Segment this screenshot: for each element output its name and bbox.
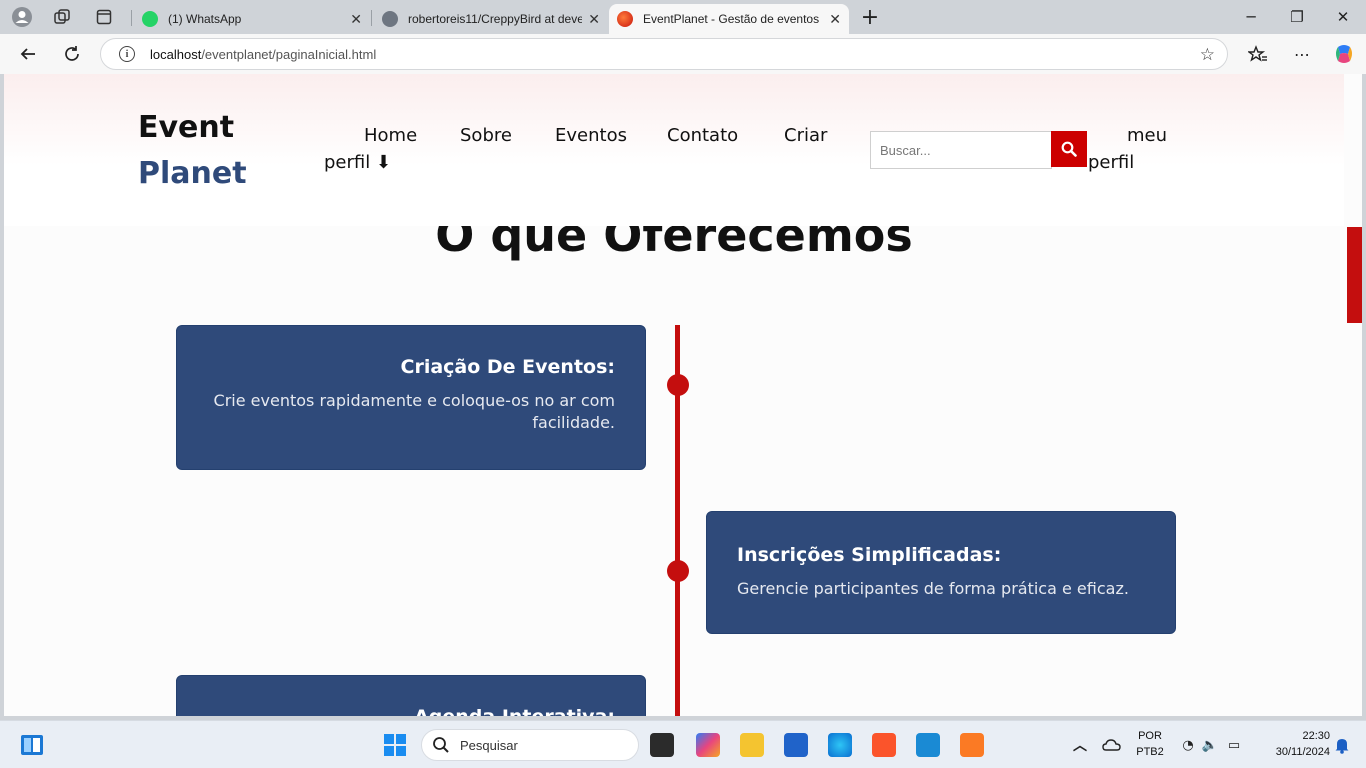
back-icon[interactable] [15, 42, 41, 66]
nav-create[interactable]: Criar [784, 125, 827, 146]
address-bar[interactable]: i localhost/eventplanet/paginaInicial.ht… [100, 38, 1228, 70]
page-viewport: Event Planet Home Sobre Eventos Contato … [4, 74, 1362, 716]
feature-card-agenda[interactable]: Agenda Interativa: [176, 675, 646, 716]
github-icon [382, 11, 398, 27]
url-host: localhost [150, 46, 202, 62]
nav-home[interactable]: Home [364, 125, 417, 146]
tab-whatsapp[interactable]: (1) WhatsApp ✕ [134, 4, 370, 34]
microsoft-store-icon[interactable] [784, 733, 808, 757]
favorite-star-icon[interactable]: ☆ [1200, 45, 1215, 65]
language-indicator-line1[interactable]: POR [1130, 730, 1170, 742]
feature-title: Agenda Interativa: [207, 706, 615, 716]
wifi-icon[interactable]: ◔ [1176, 733, 1200, 757]
brave-icon[interactable] [872, 733, 896, 757]
feature-card-event-creation[interactable]: Criação De Eventos: Crie eventos rapidam… [176, 325, 646, 470]
close-icon[interactable]: ✕ [829, 11, 841, 28]
nav-about[interactable]: Sobre [460, 125, 512, 146]
tab-title: EventPlanet - Gestão de eventos [643, 12, 820, 26]
feature-card-registrations[interactable]: Inscrições Simplificadas: Gerencie parti… [706, 511, 1176, 634]
widgets-icon[interactable] [20, 733, 44, 757]
feature-description: Crie eventos rapidamente e coloque-os no… [213, 391, 615, 432]
nav-my-profile-perfil[interactable]: perfil [1088, 152, 1134, 173]
tab-title: robertoreis11/CreppyBird at deve [408, 12, 583, 26]
vscode-icon[interactable] [916, 733, 940, 757]
eventplanet-icon [617, 11, 633, 27]
close-icon[interactable]: ✕ [588, 11, 600, 28]
nav-my-profile-meu[interactable]: meu [1127, 125, 1167, 146]
notification-bell-icon[interactable] [1330, 733, 1354, 757]
copilot-icon[interactable] [1331, 42, 1357, 66]
xampp-icon[interactable] [960, 733, 984, 757]
close-icon[interactable]: ✕ [350, 11, 362, 28]
timeline-dot [667, 374, 689, 396]
search-placeholder: Buscar... [880, 142, 931, 158]
restore-button[interactable]: ❐ [1274, 6, 1320, 28]
tab-actions-icon[interactable] [90, 5, 118, 29]
edge-icon[interactable] [828, 733, 852, 757]
task-view-icon[interactable] [650, 733, 674, 757]
start-icon[interactable] [383, 733, 407, 757]
taskbar-search[interactable]: Pesquisar [421, 729, 639, 761]
url-path: /eventplanet/paginaInicial.html [201, 46, 377, 62]
copilot-app-icon[interactable] [696, 733, 720, 757]
url-text: localhost/eventplanet/paginaInicial.html [150, 47, 376, 62]
nav-contact[interactable]: Contato [667, 125, 738, 146]
whatsapp-icon [142, 11, 158, 27]
tab-separator [131, 10, 132, 26]
new-tab-button[interactable]: + [856, 5, 884, 30]
search-icon [1061, 141, 1077, 157]
feature-title: Inscrições Simplificadas: [737, 544, 1002, 566]
more-options-icon[interactable]: ⋯ [1289, 42, 1315, 66]
site-info-icon[interactable]: i [119, 46, 135, 62]
search-input[interactable]: Buscar... [870, 131, 1052, 169]
minimize-button[interactable]: ─ [1228, 6, 1274, 28]
logo-planet[interactable]: Planet [138, 156, 247, 191]
profile-icon[interactable] [8, 5, 36, 29]
logo-event[interactable]: Event [138, 110, 234, 145]
timeline-dot [667, 560, 689, 582]
battery-icon[interactable]: ▭ [1222, 733, 1246, 757]
page-scrollbar[interactable] [1347, 74, 1362, 716]
taskbar: Pesquisar ︿ POR PTB2 ◔ 🔈 ▭ 22:30 30/11/2… [0, 720, 1366, 768]
search-icon [433, 737, 449, 753]
nav-events[interactable]: Eventos [555, 125, 627, 146]
language-indicator-line2[interactable]: PTB2 [1130, 746, 1170, 758]
file-explorer-icon[interactable] [740, 733, 764, 757]
scrollbar-thumb[interactable] [1347, 227, 1362, 323]
feature-title: Criação De Eventos: [400, 356, 616, 378]
chevron-up-icon[interactable]: ︿ [1068, 733, 1092, 757]
browser-tab-strip: (1) WhatsApp ✕ robertoreis11/CreppyBird … [0, 0, 1366, 34]
tab-eventplanet[interactable]: EventPlanet - Gestão de eventos ✕ [609, 4, 849, 34]
browser-toolbar: i localhost/eventplanet/paginaInicial.ht… [0, 34, 1366, 74]
onedrive-icon[interactable] [1100, 733, 1124, 757]
favorites-icon[interactable] [1245, 42, 1271, 66]
refresh-icon[interactable] [59, 42, 85, 66]
close-window-button[interactable]: ✕ [1320, 6, 1366, 28]
workspaces-icon[interactable] [48, 5, 76, 29]
clock-time[interactable]: 22:30 [1254, 730, 1330, 742]
taskbar-search-label: Pesquisar [460, 737, 518, 753]
volume-icon[interactable]: 🔈 [1198, 733, 1222, 757]
tab-github[interactable]: robertoreis11/CreppyBird at deve ✕ [374, 4, 608, 34]
clock-date[interactable]: 30/11/2024 [1254, 746, 1330, 758]
nav-profile-dropdown[interactable]: perfil ⬇ [324, 152, 391, 173]
tab-separator [371, 10, 372, 26]
search-button[interactable] [1051, 131, 1087, 167]
feature-description: Gerencie participantes de forma prática … [737, 579, 1129, 598]
tab-title: (1) WhatsApp [168, 12, 242, 26]
site-header: Event Planet Home Sobre Eventos Contato … [4, 74, 1344, 226]
